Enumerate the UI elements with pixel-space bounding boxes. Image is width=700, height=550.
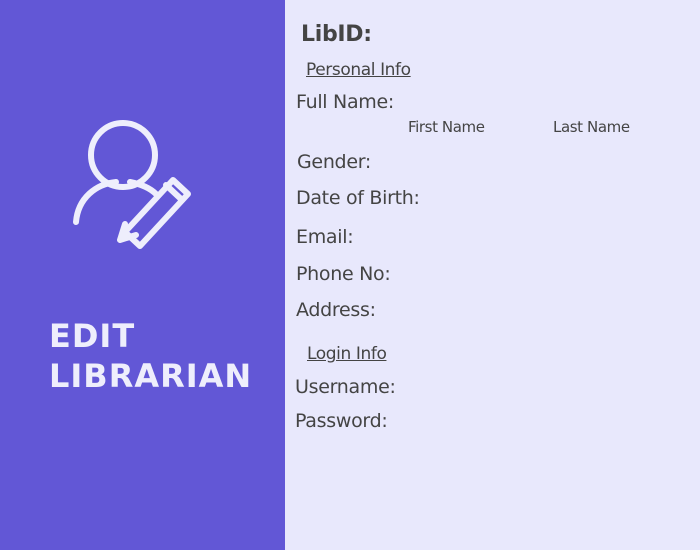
login-info-section-heading: Login Info bbox=[307, 344, 387, 364]
personal-info-section-heading: Personal Info bbox=[306, 60, 411, 80]
user-edit-icon bbox=[73, 120, 191, 249]
gender-label: Gender: bbox=[297, 151, 371, 173]
email-label: Email: bbox=[296, 226, 354, 248]
sidebar-panel: EDIT LIBRARIAN bbox=[0, 0, 285, 550]
address-label: Address: bbox=[296, 299, 376, 321]
full-name-label: Full Name: bbox=[296, 91, 394, 113]
date-of-birth-label: Date of Birth: bbox=[296, 187, 420, 209]
libid-label: LibID: bbox=[301, 22, 372, 47]
first-name-hint: First Name bbox=[408, 118, 485, 136]
username-label: Username: bbox=[295, 376, 396, 398]
last-name-hint: Last Name bbox=[553, 118, 630, 136]
password-label: Password: bbox=[295, 410, 388, 432]
page-title-line1: EDIT bbox=[49, 317, 136, 355]
page-title-line2: LIBRARIAN bbox=[49, 357, 253, 395]
form-panel: LibID: Personal Info Full Name: First Na… bbox=[285, 0, 700, 550]
phone-label: Phone No: bbox=[296, 263, 391, 285]
